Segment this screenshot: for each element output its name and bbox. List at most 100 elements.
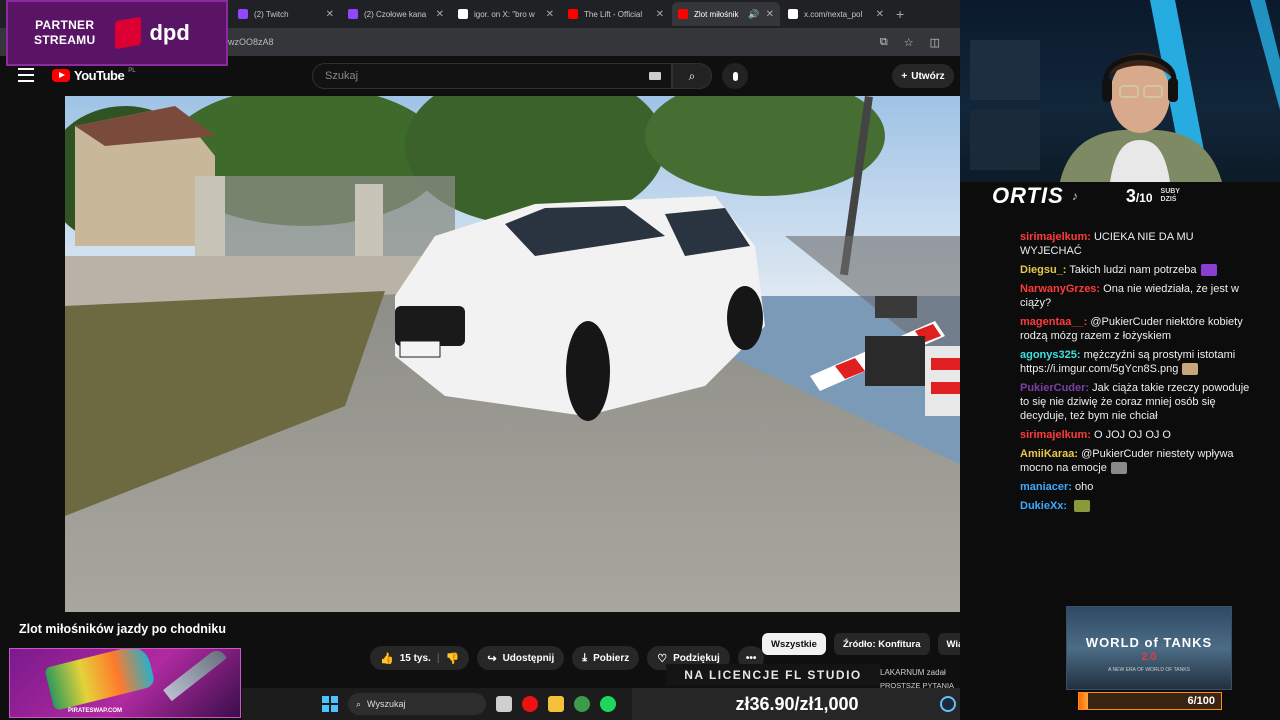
recommended-title[interactable]: LAKARNUM zadał <box>880 668 946 677</box>
voice-search-button[interactable] <box>722 63 748 89</box>
youtube-icon <box>678 9 688 19</box>
chat-username[interactable]: AmiiKaraa: <box>1020 448 1078 460</box>
streamer-nameplate: ORTIS ♪ 3/10 SUBY DZIŚ <box>992 183 1180 208</box>
chat-username[interactable]: NarwanyGrzes: <box>1020 283 1100 295</box>
chat-message: sirimajelkum: UCIEKA NIE DA MU WYJECHAĆ <box>1020 230 1258 258</box>
close-tab-icon[interactable]: ✕ <box>436 9 444 20</box>
chat-username[interactable]: agonys325: <box>1020 349 1081 361</box>
stream-chat: sirimajelkum: UCIEKA NIE DA MU WYJECHAĆ D… <box>1020 230 1258 612</box>
skin-knife-image <box>163 649 227 702</box>
goal-progress-label: 6/100 <box>1187 695 1215 707</box>
skin-gun-image <box>44 649 156 711</box>
chat-message: maniacer: oho <box>1020 480 1258 494</box>
world-of-tanks-ad: WORLD of TANKS 2.0 A NEW ERA OF WORLD OF… <box>1066 606 1232 690</box>
extensions-icon[interactable]: ◫ <box>930 36 940 49</box>
share-icon: ↪ <box>487 652 497 665</box>
chat-emote-icon <box>1110 462 1127 475</box>
goal-progress-bar: 6/100 <box>1078 692 1222 710</box>
dpd-logo: dpd <box>149 20 190 45</box>
chip-source[interactable]: Źródło: Konfitura <box>833 633 930 655</box>
chat-message: PukierCuder: Jak ciąża takie rzeczy powo… <box>1020 381 1258 423</box>
search-button[interactable]: ⌕ <box>672 63 712 89</box>
browser-tab[interactable]: The Lift - Official ✕ <box>562 2 670 26</box>
spotify-icon[interactable] <box>600 696 616 712</box>
chat-message: agonys325: mężczyźni są prostymi istotam… <box>1020 348 1258 376</box>
chrome-icon[interactable] <box>574 696 590 712</box>
chat-username[interactable]: maniacer: <box>1020 481 1072 493</box>
download-button[interactable]: ⤓ Pobierz <box>572 646 640 670</box>
thumbs-up-icon: 👍 <box>380 652 394 665</box>
close-tab-icon[interactable]: ✕ <box>546 9 554 20</box>
chat-message: NarwanyGrzes: Ona nie wiedziała, że jest… <box>1020 282 1258 310</box>
chat-username[interactable]: DukieXx: <box>1020 500 1067 512</box>
browser-tab[interactable]: (2) Twitch ✕ <box>232 2 340 26</box>
pirateswap-ad: PIRATESWAP.COM <box>9 648 241 718</box>
price-banner: zł36.90/zł1,000 <box>632 688 962 720</box>
chat-username[interactable]: sirimajelkum: <box>1020 429 1091 441</box>
licence-banner: NA LICENCJE FL STUDIO <box>666 664 880 686</box>
x-icon <box>788 9 798 19</box>
chat-username[interactable]: Diegsu_: <box>1020 264 1066 276</box>
speaker-icon[interactable]: 🔊 <box>748 9 759 20</box>
share-button[interactable]: ↪ Udostępnij <box>477 646 565 670</box>
search-box <box>312 63 672 89</box>
browser-tab[interactable]: x.com/nexta_pol ✕ <box>782 2 890 26</box>
twitch-icon <box>348 9 358 19</box>
close-tab-icon[interactable]: ✕ <box>656 9 664 20</box>
chat-message: magentaa__: @PukierCuder niektóre kobiet… <box>1020 315 1258 343</box>
address-bar-icons: ⧉ ☆ ◫ <box>880 36 940 49</box>
search-input[interactable] <box>313 64 613 88</box>
dpd-cube-icon <box>115 16 142 50</box>
browser-tab[interactable]: igor. on X: "bro w ✕ <box>452 2 560 26</box>
chat-username[interactable]: PukierCuder: <box>1020 382 1089 394</box>
more-icon: ••• <box>745 652 757 664</box>
steam-icon[interactable] <box>940 696 956 712</box>
chat-emote-icon <box>1074 500 1091 513</box>
like-button[interactable]: 👍 15 tys. | 👎 <box>370 646 470 670</box>
browser-tab-active[interactable]: Zlot miłośnik 🔊 ✕ <box>672 2 780 26</box>
keyboard-icon[interactable] <box>649 72 661 80</box>
file-explorer-icon[interactable] <box>548 696 564 712</box>
youtube-play-icon <box>52 69 70 82</box>
goal-progress-fill <box>1079 693 1088 709</box>
tiktok-icon: ♪ <box>1071 189 1078 203</box>
chat-text: Takich ludzi nam potrzeba <box>1069 264 1197 276</box>
chat-emote-icon <box>1182 363 1199 376</box>
video-player[interactable] <box>65 96 985 612</box>
chat-text: O JOJ OJ OJ O <box>1093 429 1171 441</box>
search-icon: ⌕ <box>688 68 696 83</box>
bookmark-star-icon[interactable]: ☆ <box>904 36 914 49</box>
mic-icon <box>732 71 738 81</box>
webcam-feed <box>960 0 1280 182</box>
chat-username[interactable]: magentaa__: <box>1020 316 1087 328</box>
subs-counter: 3/10 <box>1125 185 1153 206</box>
streamer-name: ORTIS <box>992 183 1064 208</box>
url-text[interactable]: wzOO8zA8 <box>228 37 274 47</box>
close-tab-icon[interactable]: ✕ <box>766 9 774 20</box>
taskbar-search[interactable]: ⌕ Wyszukaj <box>348 693 486 715</box>
video-frame <box>65 96 985 612</box>
download-icon: ⤓ <box>582 651 588 664</box>
windows-start-icon[interactable] <box>322 696 338 712</box>
thumbs-down-icon[interactable]: 👎 <box>446 652 460 665</box>
windows-taskbar: ⌕ Wyszukaj <box>242 688 632 720</box>
video-title: Zlot miłośników jazdy po chodniku <box>19 622 226 636</box>
menu-icon[interactable] <box>18 68 34 82</box>
chip-all[interactable]: Wszystkie <box>762 633 826 655</box>
chat-message: DukieXx: <box>1020 499 1258 513</box>
chat-emote-icon <box>1200 264 1217 277</box>
create-button[interactable]: + Utwórz <box>892 64 954 88</box>
chat-message: AmiiKaraa: @PukierCuder niestety wpływa … <box>1020 447 1258 475</box>
opera-icon[interactable] <box>522 696 538 712</box>
chat-username[interactable]: sirimajelkum: <box>1020 231 1091 243</box>
task-view-icon[interactable] <box>496 696 512 712</box>
browser-tab[interactable]: (2) Czołowe kana ✕ <box>342 2 450 26</box>
chat-message: sirimajelkum: O JOJ OJ OJ O <box>1020 428 1258 442</box>
close-tab-icon[interactable]: ✕ <box>876 9 884 20</box>
plus-icon: + <box>901 70 908 82</box>
new-tab-icon[interactable]: + <box>896 6 904 22</box>
close-tab-icon[interactable]: ✕ <box>326 9 334 20</box>
youtube-logo[interactable]: YouTube PL <box>52 68 136 83</box>
twitch-icon <box>238 9 248 19</box>
install-icon[interactable]: ⧉ <box>880 36 888 49</box>
